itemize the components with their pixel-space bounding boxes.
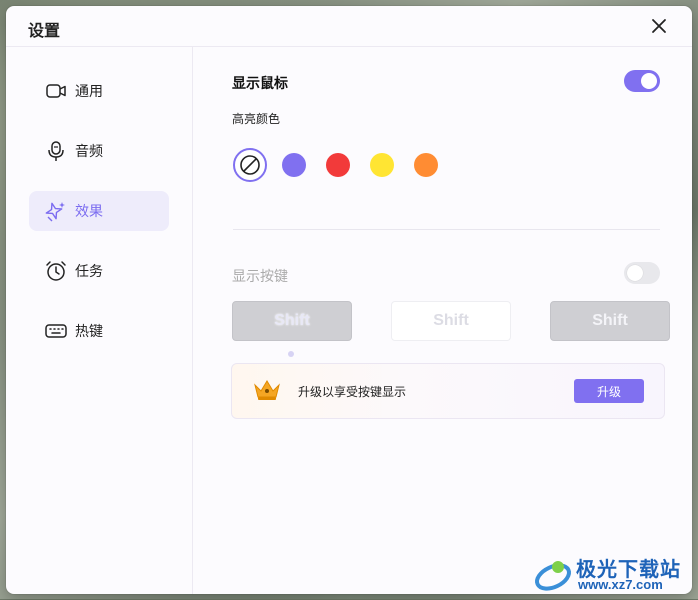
color-swatch-orange[interactable] — [414, 153, 438, 177]
settings-dialog: 设置 通用 音频 效果 任务 热键 显示鼠标 高亮颜色 显示按键 Shift S… — [6, 6, 692, 594]
sidebar-item-label: 任务 — [75, 263, 103, 279]
sidebar-item-general[interactable]: 通用 — [29, 71, 169, 111]
color-swatch-none[interactable] — [233, 148, 267, 182]
sidebar-item-hotkeys[interactable]: 热键 — [29, 311, 169, 351]
show-keys-label: 显示按键 — [232, 268, 288, 284]
camera-icon — [45, 80, 67, 102]
highlight-color-label: 高亮颜色 — [232, 112, 281, 126]
toggle-knob — [627, 265, 643, 281]
show-mouse-label: 显示鼠标 — [232, 75, 288, 91]
key-style-grey[interactable]: Shift — [550, 301, 670, 341]
selected-style-dot — [288, 351, 294, 357]
effects-panel: 显示鼠标 高亮颜色 显示按键 Shift Shift Shift 升级以享受按键… — [193, 47, 692, 594]
sidebar-item-effects[interactable]: 效果 — [29, 191, 169, 231]
key-style-dark[interactable]: Shift — [232, 301, 352, 341]
sidebar-item-label: 通用 — [75, 83, 103, 99]
sidebar: 通用 音频 效果 任务 热键 — [6, 47, 193, 594]
no-color-icon — [240, 155, 260, 175]
sparkle-icon — [45, 200, 67, 222]
show-keys-toggle[interactable] — [624, 262, 660, 284]
watermark-logo: 极光下载站 www.xz7.com — [532, 553, 690, 595]
upgrade-button[interactable]: 升级 — [574, 379, 644, 403]
sidebar-item-label: 效果 — [75, 203, 103, 219]
sidebar-item-label: 音频 — [75, 143, 103, 159]
color-swatch-red[interactable] — [326, 153, 350, 177]
dialog-title: 设置 — [28, 23, 61, 40]
upgrade-banner: 升级以享受按键显示 升级 — [231, 363, 665, 419]
alarm-clock-icon — [45, 260, 67, 282]
aurora-logo-icon — [535, 561, 571, 591]
close-icon — [652, 19, 666, 33]
sidebar-item-label: 热键 — [75, 323, 103, 339]
upgrade-message: 升级以享受按键显示 — [298, 385, 407, 399]
close-button[interactable] — [648, 15, 670, 37]
show-mouse-toggle[interactable] — [624, 70, 660, 92]
keyboard-icon — [45, 320, 67, 342]
sidebar-item-tasks[interactable]: 任务 — [29, 251, 169, 291]
color-swatch-yellow[interactable] — [370, 153, 394, 177]
crown-icon — [254, 380, 280, 400]
toggle-knob — [641, 73, 657, 89]
color-swatch-purple[interactable] — [282, 153, 306, 177]
microphone-icon — [45, 140, 67, 162]
sidebar-item-audio[interactable]: 音频 — [29, 131, 169, 171]
section-divider — [233, 229, 660, 230]
watermark-url: www.xz7.com — [578, 577, 663, 592]
key-style-light[interactable]: Shift — [391, 301, 511, 341]
title-bar: 设置 — [6, 6, 692, 47]
